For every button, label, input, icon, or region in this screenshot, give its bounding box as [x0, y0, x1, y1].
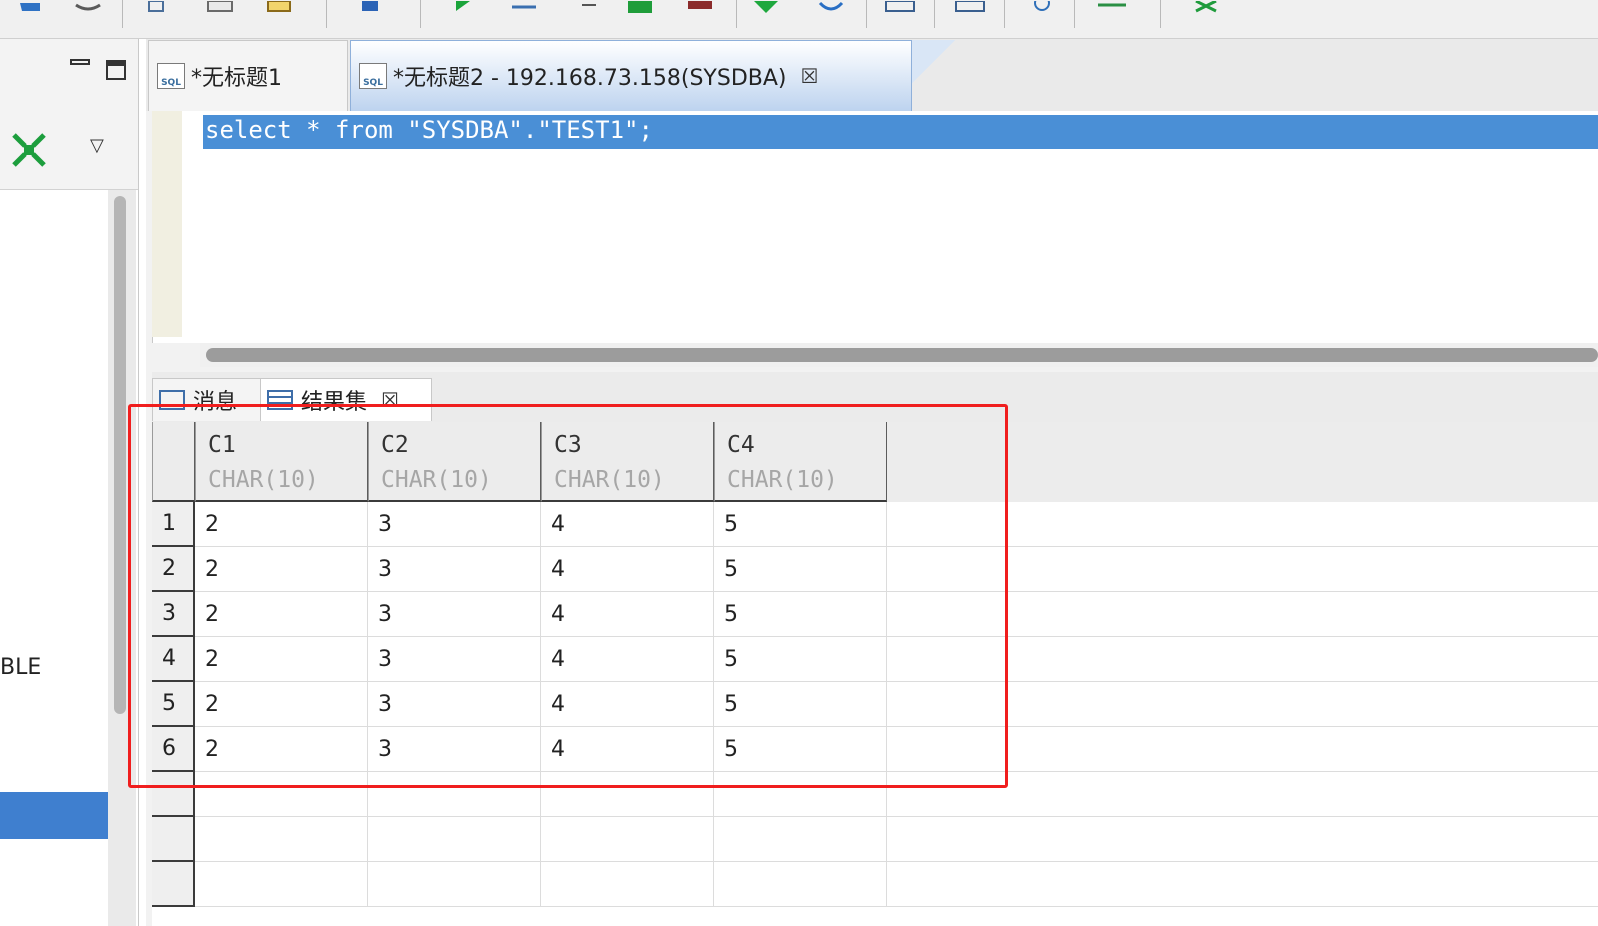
export-icon[interactable] — [1096, 0, 1126, 14]
toolbar-separator — [122, 0, 123, 28]
tab-untitled-1[interactable]: SQL *无标题1 — [148, 40, 348, 111]
editor-scroll-thumb[interactable] — [206, 348, 1598, 362]
empty-cell — [714, 862, 887, 907]
empty-cell — [368, 862, 541, 907]
toolbar-separator — [420, 0, 421, 28]
copy-icon[interactable] — [146, 0, 170, 14]
refresh-icon[interactable] — [818, 0, 844, 14]
navigator-scroll-thumb[interactable] — [114, 196, 126, 714]
toolbar-separator — [736, 0, 737, 28]
sql-file-icon: SQL — [157, 63, 185, 89]
empty-cell — [541, 862, 714, 907]
toolbar-separator — [866, 0, 867, 28]
toolbar-separator — [1160, 0, 1161, 28]
run-icon[interactable] — [450, 0, 474, 14]
navigator-header — [0, 39, 138, 111]
expand-all-icon[interactable] — [12, 133, 46, 171]
step-icon[interactable] — [510, 0, 536, 14]
toolbar-separator — [326, 0, 327, 28]
main-toolbar — [0, 0, 1598, 39]
open-icon[interactable] — [266, 0, 291, 14]
home-icon[interactable] — [358, 0, 382, 14]
sql-file-icon: SQL — [359, 63, 387, 89]
search-icon[interactable] — [1030, 0, 1054, 14]
annotation-highlight-box — [128, 404, 1008, 788]
redo-icon[interactable] — [74, 0, 101, 14]
empty-cell — [368, 817, 541, 862]
stop-icon[interactable] — [686, 0, 712, 14]
minimize-icon[interactable] — [70, 59, 90, 65]
navigator-selected-item[interactable] — [0, 792, 108, 839]
row-number-empty — [152, 862, 195, 907]
tab-untitled-2[interactable]: SQL *无标题2 - 192.168.73.158(SYSDBA) ☒ — [350, 40, 912, 111]
navigator-item-label[interactable]: BLE — [0, 655, 41, 680]
toolbar-separator — [1074, 0, 1075, 28]
explain-icon[interactable] — [954, 0, 985, 14]
tab-label: *无标题2 - 192.168.73.158(SYSDBA) — [393, 66, 787, 91]
maximize-icon[interactable] — [106, 60, 126, 80]
undo-icon[interactable] — [18, 0, 42, 14]
toolbar-separator — [1004, 0, 1005, 28]
minus-icon[interactable] — [580, 0, 604, 14]
zoom-icon[interactable] — [884, 0, 915, 14]
editor-code-line[interactable]: select * from "SYSDBA"."TEST1"; — [205, 116, 653, 144]
empty-cell — [541, 817, 714, 862]
paste-icon[interactable] — [206, 0, 233, 14]
navigator-toolbar: ▽ — [0, 111, 138, 190]
tab-label: *无标题1 — [191, 66, 282, 91]
down-arrow-icon[interactable] — [752, 0, 778, 14]
view-menu-icon[interactable]: ▽ — [90, 135, 104, 156]
close-tab-icon[interactable]: ☒ — [801, 64, 819, 88]
editor-gutter — [152, 111, 182, 337]
pin-icon[interactable] — [1192, 0, 1217, 14]
row-number-empty — [152, 817, 195, 862]
run-file-icon[interactable] — [626, 0, 652, 14]
empty-cell — [195, 862, 368, 907]
empty-cell — [714, 817, 887, 862]
empty-cell — [195, 817, 368, 862]
toolbar-separator — [934, 0, 935, 28]
